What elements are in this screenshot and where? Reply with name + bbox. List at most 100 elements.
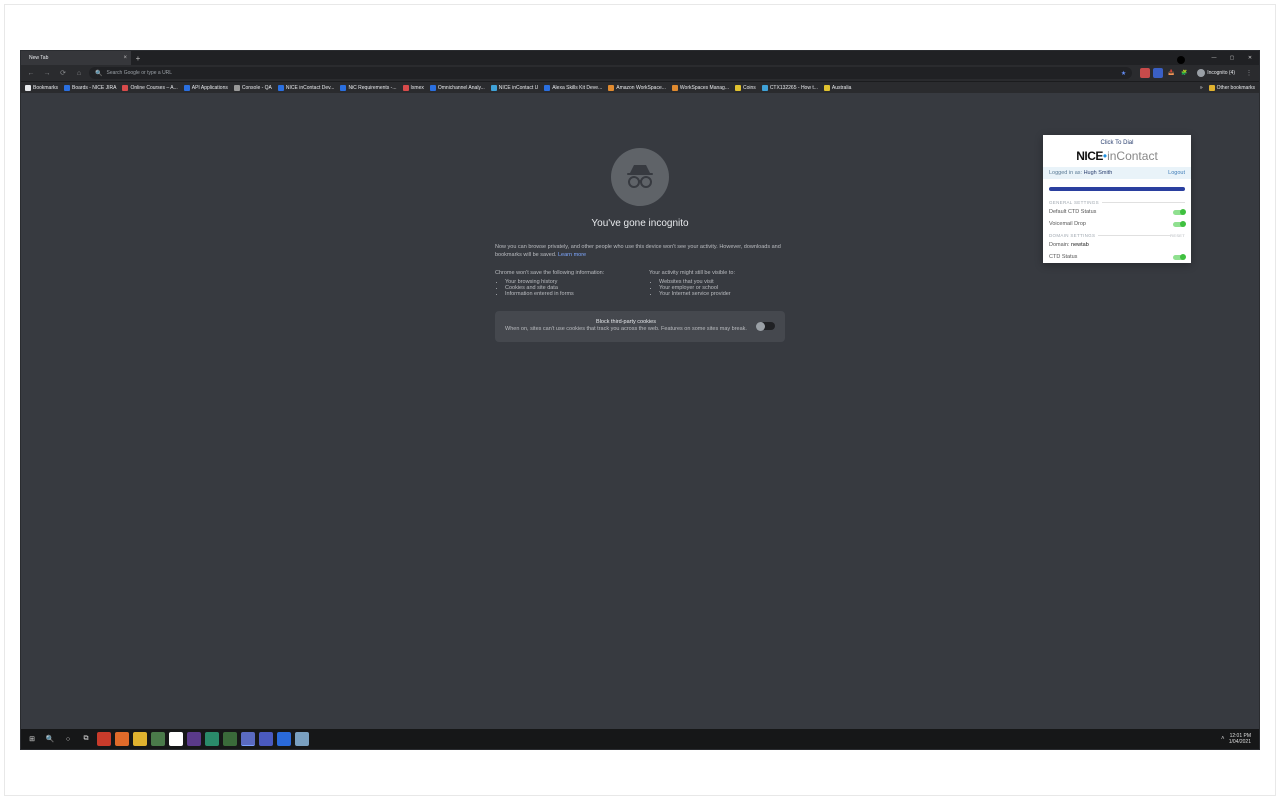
star-icon: ★	[25, 85, 31, 91]
new-tab-button[interactable]: +	[131, 51, 145, 65]
app-icon[interactable]	[223, 732, 237, 746]
office-icon[interactable]	[97, 732, 111, 746]
bookmark-item[interactable]: Coins	[735, 85, 756, 91]
setting-row: CTD Status	[1043, 251, 1191, 263]
hat-glasses-icon	[622, 159, 658, 195]
bookmark-item[interactable]: Online Courses – A...	[122, 85, 177, 91]
cookies-toggle[interactable]	[757, 322, 775, 330]
extension-icon-2[interactable]	[1153, 68, 1163, 78]
windows-taskbar: ⊞ 🔍 ○ ⧉ ˄ 12:01 PM 1/04/2021	[21, 729, 1259, 749]
edge-icon[interactable]	[205, 732, 219, 746]
extensions-puzzle-icon[interactable]: 🧩	[1179, 68, 1189, 78]
app-icon[interactable]	[115, 732, 129, 746]
bookmark-item[interactable]: Amazon WorkSpace...	[608, 85, 666, 91]
minimize-button[interactable]: ―	[1205, 51, 1223, 65]
tab-title: New Tab	[29, 55, 48, 61]
page-content: You've gone incognito Now you can browse…	[21, 93, 1259, 729]
teams-icon[interactable]	[259, 732, 273, 746]
incognito-badge[interactable]: Incognito (4)	[1193, 69, 1239, 77]
bookmarks-bar: ★Bookmarks Boards - NICE JIRA Online Cou…	[21, 81, 1259, 93]
learn-more-link[interactable]: Learn more	[558, 252, 586, 258]
favicon-icon	[278, 85, 284, 91]
bookmark-item[interactable]: CTX132265 - How t...	[762, 85, 818, 91]
bookmark-item[interactable]: WorkSpaces Manag...	[672, 85, 729, 91]
ctd-status-toggle[interactable]	[1173, 255, 1185, 260]
folder-icon	[1209, 85, 1215, 91]
home-button[interactable]: ⌂	[73, 67, 85, 79]
incognito-icon	[1197, 69, 1205, 77]
favicon-icon	[544, 85, 550, 91]
logged-in-user: Hugh Smith	[1084, 170, 1113, 176]
bookmark-item[interactable]: NiC Requirements -...	[340, 85, 396, 91]
bookmark-item[interactable]: API Applications	[184, 85, 228, 91]
default-ctd-status-toggle[interactable]	[1173, 210, 1185, 215]
logout-link[interactable]: Logout	[1168, 170, 1185, 176]
bookmark-item[interactable]: Console - QA	[234, 85, 272, 91]
bookmark-item[interactable]: Australia	[824, 85, 851, 91]
extension-icons: 📥 🧩	[1140, 68, 1189, 78]
chrome-incognito-window: New Tab × + ― ▢ ✕ ← → ⟳ ⌂ 🔍 Search Googl…	[20, 50, 1260, 750]
favicon-icon	[672, 85, 678, 91]
reset-link[interactable]: RESET	[1170, 233, 1185, 238]
file-explorer-icon[interactable]	[133, 732, 147, 746]
favicon-icon	[403, 85, 409, 91]
popup-title: Click To Dial	[1043, 135, 1191, 149]
bookmark-item[interactable]: Omnichannel Analy...	[430, 85, 485, 91]
incognito-hero-icon	[611, 148, 669, 206]
window-controls: ― ▢ ✕	[1205, 51, 1259, 65]
reload-button[interactable]: ⟳	[57, 67, 69, 79]
tray-chevron-icon[interactable]: ˄	[1217, 732, 1229, 746]
back-button[interactable]: ←	[25, 67, 37, 79]
close-tab-icon[interactable]: ×	[123, 55, 127, 61]
favicon-icon	[762, 85, 768, 91]
bookmark-item[interactable]: Alexa Skills Kit Deve...	[544, 85, 602, 91]
domain-value: newtab	[1071, 242, 1089, 248]
app-icon[interactable]	[169, 732, 183, 746]
bookmarks-overflow-button[interactable]: »	[1200, 85, 1203, 91]
bookmark-star-icon[interactable]: ★	[1121, 70, 1126, 77]
incognito-columns: Chrome won't save the following informat…	[495, 270, 785, 297]
cookies-description: When on, sites can't use cookies that tr…	[505, 326, 747, 332]
browser-menu-button[interactable]: ⋮	[1243, 67, 1255, 79]
section-heading: GENERAL SETTINGS	[1043, 197, 1191, 206]
app-icon[interactable]	[295, 732, 309, 746]
search-icon: 🔍	[95, 70, 102, 77]
bookmark-item[interactable]: NICE inContact Dev...	[278, 85, 335, 91]
discord-icon[interactable]	[241, 732, 255, 746]
brand-logo: NICE•inContact	[1043, 149, 1191, 167]
favicon-icon	[184, 85, 190, 91]
bookmark-item[interactable]: Ixmex	[403, 85, 424, 91]
maximize-button[interactable]: ▢	[1223, 51, 1241, 65]
cortana-button[interactable]: ○	[61, 732, 75, 746]
setting-row: Voicemail Drop	[1043, 218, 1191, 230]
app-icon[interactable]	[151, 732, 165, 746]
forward-button[interactable]: →	[41, 67, 53, 79]
favicon-icon	[234, 85, 240, 91]
bookmark-item[interactable]: NICE inContact U	[491, 85, 538, 91]
omnibox[interactable]: 🔍 Search Google or type a URL ★	[89, 67, 1132, 79]
cortana-icon[interactable]	[1177, 56, 1185, 64]
voicemail-drop-toggle[interactable]	[1173, 222, 1185, 227]
close-window-button[interactable]: ✕	[1241, 51, 1259, 65]
task-view-button[interactable]: ⧉	[79, 732, 93, 746]
extension-icon-1[interactable]	[1140, 68, 1150, 78]
start-button[interactable]: ⊞	[25, 732, 39, 746]
other-bookmarks-button[interactable]: Other bookmarks	[1209, 85, 1255, 91]
tab-strip: New Tab × + ― ▢ ✕	[21, 51, 1259, 65]
outlook-icon[interactable]	[277, 732, 291, 746]
bookmark-item[interactable]: ★Bookmarks	[25, 85, 58, 91]
search-button[interactable]: 🔍	[43, 732, 57, 746]
bookmark-item[interactable]: Boards - NICE JIRA	[64, 85, 116, 91]
setting-row: Default CTD Status	[1043, 206, 1191, 218]
favicon-icon	[735, 85, 741, 91]
inbox-icon[interactable]: 📥	[1166, 68, 1176, 78]
system-clock[interactable]: 12:01 PM 1/04/2021	[1229, 733, 1255, 745]
column-heading: Chrome won't save the following informat…	[495, 270, 631, 276]
favicon-icon	[491, 85, 497, 91]
browser-toolbar: ← → ⟳ ⌂ 🔍 Search Google or type a URL ★ …	[21, 65, 1259, 81]
favicon-icon	[608, 85, 614, 91]
vscode-icon[interactable]	[187, 732, 201, 746]
click-to-dial-popup: Click To Dial NICE•inContact Logged in a…	[1043, 135, 1191, 263]
cookies-title: Block third-party cookies	[505, 319, 747, 327]
browser-tab[interactable]: New Tab ×	[21, 51, 131, 65]
